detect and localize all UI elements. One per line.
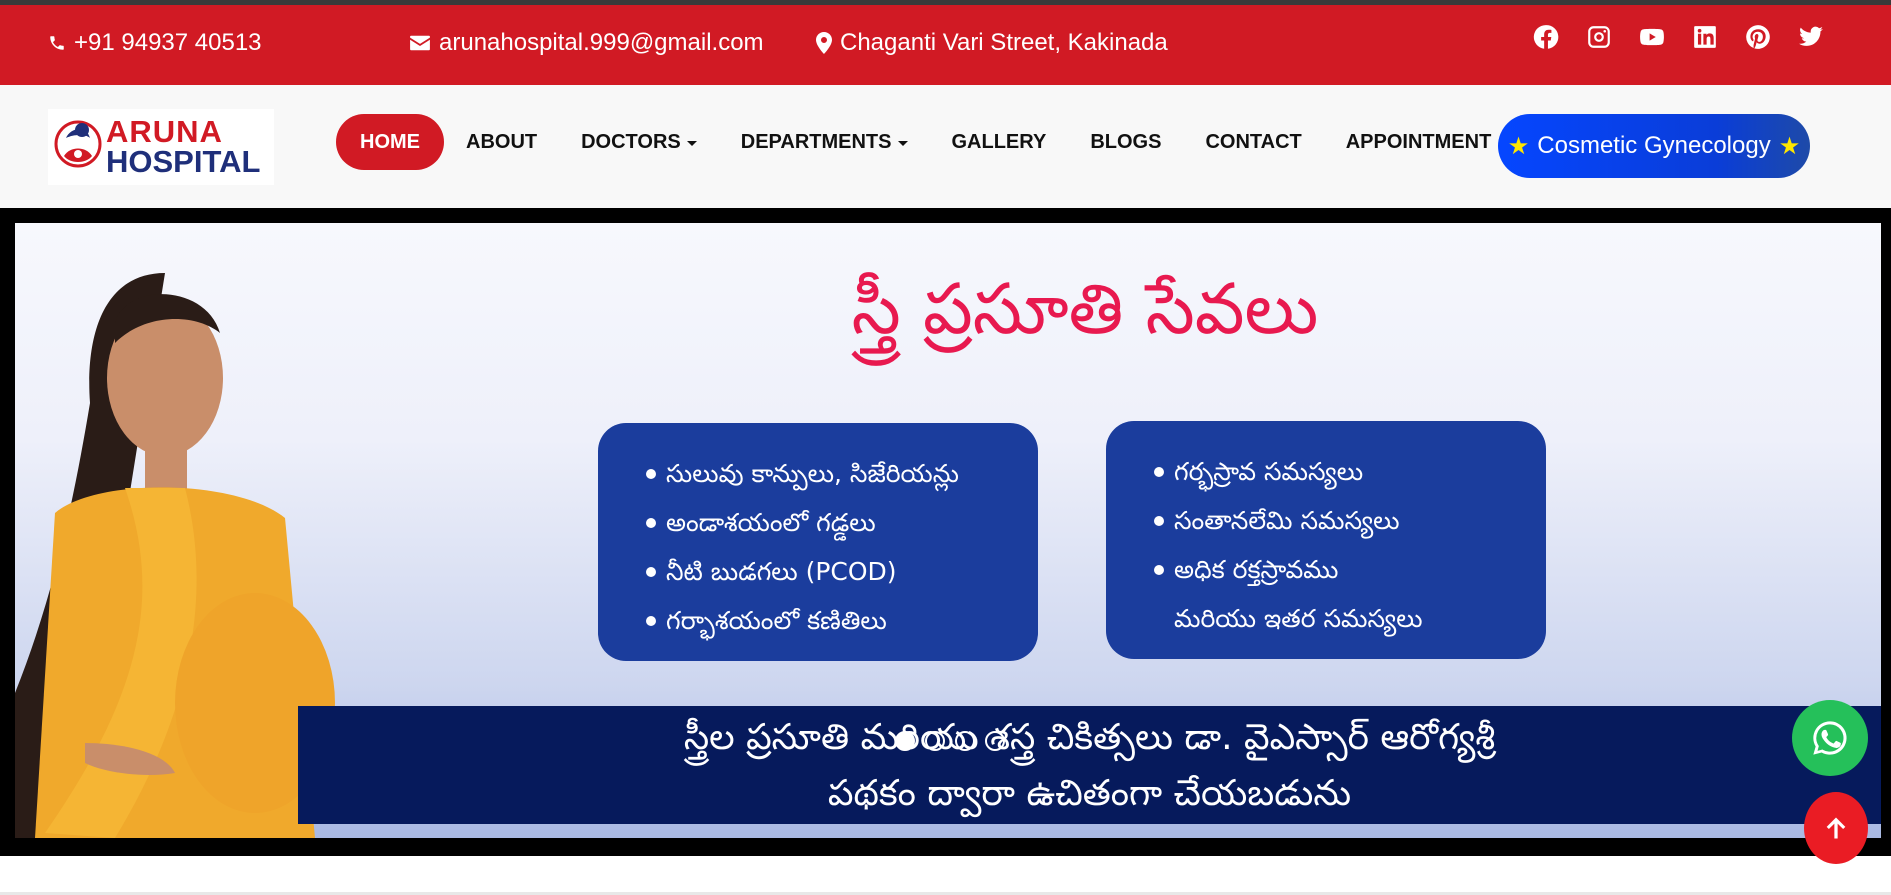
logo-line-2: HOSPITAL bbox=[106, 144, 261, 179]
aarogyasri-banner: స్త్రీల ప్రసూతి మరియు శస్త్ర చికిత్సలు డ… bbox=[298, 706, 1881, 824]
service-text: సంతానలేమి సమస్యలు bbox=[1174, 506, 1400, 535]
banner-line-1: స్త్రీల ప్రసూతి మరియు శస్త్ర చికిత్సలు డ… bbox=[683, 717, 1496, 758]
carousel-indicator-4[interactable] bbox=[985, 731, 1005, 751]
bullet-icon bbox=[1154, 515, 1164, 526]
youtube-icon[interactable] bbox=[1638, 23, 1666, 51]
nav-item-about[interactable]: ABOUT bbox=[444, 114, 559, 170]
phone-contact[interactable]: +91 94937 40513 bbox=[48, 29, 262, 57]
bullet-icon bbox=[646, 468, 656, 479]
linkedin-icon[interactable] bbox=[1691, 23, 1719, 51]
nav-label: DOCTORS bbox=[581, 130, 681, 153]
nav-item-blogs[interactable]: BLOGS bbox=[1068, 114, 1183, 170]
pinterest-icon[interactable] bbox=[1744, 23, 1772, 51]
nav-menu: HOME ABOUT DOCTORS DEPARTMENTS GALLERY B… bbox=[336, 114, 1513, 170]
service-item: గర్భాశయంలో కణితిలు bbox=[646, 596, 1008, 645]
envelope-icon bbox=[410, 35, 430, 51]
service-item: గర్భస్రావ సమస్యలు bbox=[1154, 447, 1516, 496]
pregnant-woman-image bbox=[15, 273, 335, 838]
service-text: మరియు ఇతర సమస్యలు bbox=[1174, 604, 1423, 633]
service-text: గర్భస్రావ సమస్యలు bbox=[1174, 457, 1364, 486]
whatsapp-icon bbox=[1813, 721, 1847, 755]
address-contact[interactable]: Chaganti Vari Street, Kakinada bbox=[816, 29, 1168, 57]
contact-topbar: +91 94937 40513 arunahospital.999@gmail.… bbox=[0, 5, 1891, 85]
arrow-up-icon bbox=[1826, 817, 1846, 839]
bullet-icon bbox=[646, 517, 656, 528]
banner-line-2: పథకం ద్వారా ఉచితంగా చేయబడును bbox=[827, 773, 1352, 814]
bullet-icon bbox=[646, 566, 656, 577]
cta-label: Cosmetic Gynecology bbox=[1537, 132, 1771, 159]
service-text: సులువు కాన్పులు, సిజేరియన్లు bbox=[666, 459, 959, 488]
slide-title: స్త్రీ ప్రసూతి సేవలు bbox=[851, 268, 1319, 350]
bullet-icon bbox=[1154, 466, 1164, 477]
service-item: సులువు కాన్పులు, సిజేరియన్లు bbox=[646, 449, 1008, 498]
caret-down-icon bbox=[897, 140, 908, 146]
service-item: సంతానలేమి సమస్యలు bbox=[1154, 496, 1516, 545]
hospital-logo[interactable]: ARUNA HOSPITAL bbox=[48, 109, 274, 185]
hero-carousel: స్త్రీ ప్రసూతి సేవలు సులువు కాన్పులు, సి… bbox=[0, 208, 1891, 856]
twitter-icon[interactable] bbox=[1797, 23, 1825, 51]
email-address: arunahospital.999@gmail.com bbox=[439, 29, 764, 56]
nav-item-home[interactable]: HOME bbox=[336, 114, 444, 170]
caret-down-icon bbox=[686, 140, 697, 146]
bullet-icon bbox=[646, 615, 656, 626]
nav-item-appointment[interactable]: APPOINTMENT bbox=[1324, 114, 1514, 170]
phone-number: +91 94937 40513 bbox=[74, 29, 262, 56]
service-text: నీటి బుడగలు (PCOD) bbox=[666, 557, 897, 586]
email-contact[interactable]: arunahospital.999@gmail.com bbox=[409, 29, 764, 57]
carousel-indicator-3[interactable] bbox=[955, 731, 975, 751]
nav-label: GALLERY bbox=[951, 130, 1047, 153]
service-item: అండాశయంలో గడ్డలు bbox=[646, 498, 1008, 547]
mother-baby-logo-icon bbox=[54, 120, 102, 168]
nav-item-departments[interactable]: DEPARTMENTS bbox=[719, 114, 930, 170]
carousel-slide: స్త్రీ ప్రసూతి సేవలు సులువు కాన్పులు, సి… bbox=[15, 223, 1881, 838]
instagram-icon[interactable] bbox=[1585, 23, 1613, 51]
nav-label: CONTACT bbox=[1205, 130, 1302, 153]
main-navbar: ARUNA HOSPITAL HOME ABOUT DOCTORS DEPART… bbox=[0, 85, 1891, 208]
nav-label: BLOGS bbox=[1090, 130, 1162, 153]
carousel-indicators bbox=[895, 731, 1005, 751]
carousel-indicator-1[interactable] bbox=[895, 731, 915, 751]
logo-line-1: ARUNA bbox=[106, 114, 223, 149]
service-text: గర్భాశయంలో కణితిలు bbox=[666, 606, 887, 635]
nav-label: APPOINTMENT bbox=[1345, 130, 1492, 153]
social-links bbox=[1532, 23, 1825, 51]
star-icon: ★ bbox=[1778, 132, 1801, 160]
service-text: అండాశయంలో గడ్డలు bbox=[666, 508, 876, 537]
bullet-icon bbox=[1154, 564, 1164, 575]
star-icon: ★ bbox=[1507, 132, 1530, 160]
nav-item-doctors[interactable]: DOCTORS bbox=[559, 114, 719, 170]
carousel-indicator-2[interactable] bbox=[925, 731, 945, 751]
logo-wordmark: ARUNA HOSPITAL bbox=[106, 114, 261, 179]
nav-item-contact[interactable]: CONTACT bbox=[1183, 114, 1323, 170]
services-card-left: సులువు కాన్పులు, సిజేరియన్లు అండాశయంలో గ… bbox=[598, 423, 1038, 661]
service-text: అధిక రక్తస్రావము bbox=[1174, 555, 1339, 584]
nav-label: HOME bbox=[360, 130, 420, 153]
service-item-continued: మరియు ఇతర సమస్యలు bbox=[1154, 594, 1516, 643]
whatsapp-button[interactable] bbox=[1792, 700, 1868, 776]
nav-label: ABOUT bbox=[466, 130, 538, 153]
facebook-icon[interactable] bbox=[1532, 23, 1560, 51]
nav-label: DEPARTMENTS bbox=[740, 130, 892, 153]
map-marker-icon bbox=[816, 32, 832, 54]
scroll-to-top-button[interactable] bbox=[1804, 792, 1868, 864]
services-card-right: గర్భస్రావ సమస్యలు సంతానలేమి సమస్యలు అధిక… bbox=[1106, 421, 1546, 659]
nav-item-gallery[interactable]: GALLERY bbox=[930, 114, 1069, 170]
cosmetic-gynecology-button[interactable]: ★ Cosmetic Gynecology ★ bbox=[1498, 114, 1810, 178]
service-item: నీటి బుడగలు (PCOD) bbox=[646, 547, 1008, 596]
address-text: Chaganti Vari Street, Kakinada bbox=[840, 29, 1168, 56]
service-item: అధిక రక్తస్రావము bbox=[1154, 545, 1516, 594]
phone-icon bbox=[50, 36, 64, 50]
